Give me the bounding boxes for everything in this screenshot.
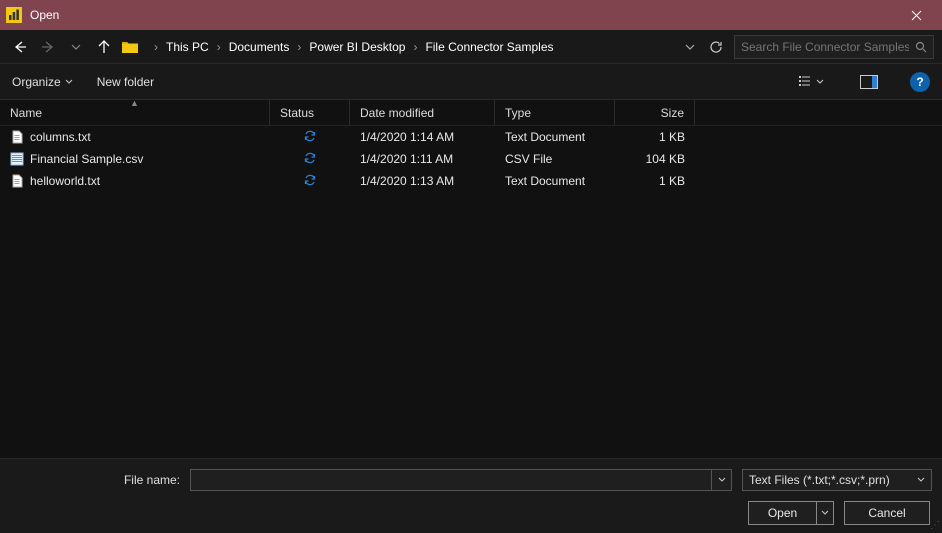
chevron-down-icon (917, 476, 925, 484)
chevron-down-icon (718, 476, 726, 484)
refresh-button[interactable] (702, 35, 730, 59)
file-size: 104 KB (615, 152, 695, 166)
file-list: ▲ Name Status Date modified Type Size co… (0, 100, 942, 458)
file-icon (10, 130, 24, 144)
app-icon (6, 7, 22, 23)
chevron-down-icon (685, 42, 695, 52)
chevron-down-icon (821, 509, 829, 517)
filename-input[interactable] (190, 469, 712, 491)
new-folder-label: New folder (97, 75, 154, 89)
help-button[interactable]: ? (910, 72, 930, 92)
crumb-current[interactable]: File Connector Samples (421, 38, 557, 56)
open-button[interactable]: Open (748, 501, 816, 525)
open-dropdown[interactable] (816, 501, 834, 525)
crumb-this-pc[interactable]: This PC (162, 38, 213, 56)
refresh-icon (709, 40, 723, 54)
file-name: Financial Sample.csv (30, 152, 143, 166)
cancel-button[interactable]: Cancel (844, 501, 930, 525)
chevron-right-icon: › (152, 40, 160, 54)
forward-button[interactable] (36, 35, 60, 59)
window-title: Open (30, 8, 894, 22)
search-box[interactable] (734, 35, 934, 59)
search-icon (915, 41, 927, 53)
close-button[interactable] (894, 0, 938, 30)
organize-label: Organize (12, 75, 61, 89)
close-icon (911, 10, 922, 21)
help-icon: ? (916, 75, 923, 89)
column-headers: ▲ Name Status Date modified Type Size (0, 100, 942, 126)
chevron-right-icon: › (215, 40, 223, 54)
file-type: CSV File (495, 152, 615, 166)
folder-icon (120, 38, 140, 56)
view-options-button[interactable] (794, 70, 828, 94)
filter-label: Text Files (*.txt;*.csv;*.prn) (749, 473, 890, 487)
arrow-left-icon (12, 39, 28, 55)
filename-dropdown[interactable] (712, 469, 732, 491)
crumb-powerbi[interactable]: Power BI Desktop (305, 38, 409, 56)
organize-button[interactable]: Organize (12, 75, 73, 89)
sort-asc-icon: ▲ (130, 100, 139, 108)
title-bar: Open (0, 0, 942, 30)
dialog-footer: File name: Text Files (*.txt;*.csv;*.prn… (0, 458, 942, 533)
file-name: helloworld.txt (30, 174, 100, 188)
file-row[interactable]: helloworld.txt 1/4/2020 1:13 AMText Docum… (0, 170, 942, 192)
preview-pane-icon (860, 75, 878, 89)
file-size: 1 KB (615, 130, 695, 144)
sync-icon (303, 173, 317, 190)
file-icon (10, 152, 24, 166)
file-type: Text Document (495, 130, 615, 144)
arrow-right-icon (40, 39, 56, 55)
preview-pane-button[interactable] (852, 70, 886, 94)
chevron-down-icon (816, 78, 824, 86)
chevron-down-icon (71, 42, 81, 52)
col-header-status[interactable]: Status (270, 100, 350, 125)
file-type-filter[interactable]: Text Files (*.txt;*.csv;*.prn) (742, 469, 932, 491)
toolbar: Organize New folder ? (0, 64, 942, 100)
filename-label: File name: (0, 473, 180, 487)
file-size: 1 KB (615, 174, 695, 188)
recent-dropdown[interactable] (64, 35, 88, 59)
file-name: columns.txt (30, 130, 91, 144)
col-header-type[interactable]: Type (495, 100, 615, 125)
open-button-group: Open (748, 501, 834, 525)
file-date: 1/4/2020 1:14 AM (350, 130, 495, 144)
file-row[interactable]: columns.txt 1/4/2020 1:14 AMText Document… (0, 126, 942, 148)
address-dropdown[interactable] (682, 42, 698, 52)
new-folder-button[interactable]: New folder (97, 75, 154, 89)
chevron-down-icon (65, 78, 73, 86)
chevron-right-icon: › (295, 40, 303, 54)
file-date: 1/4/2020 1:11 AM (350, 152, 495, 166)
file-date: 1/4/2020 1:13 AM (350, 174, 495, 188)
search-input[interactable] (741, 40, 909, 54)
breadcrumb[interactable]: › This PC › Documents › Power BI Desktop… (148, 35, 674, 59)
sync-icon (303, 151, 317, 168)
sync-icon (303, 129, 317, 146)
list-view-icon (798, 75, 814, 89)
arrow-up-icon (96, 39, 112, 55)
resize-grip[interactable]: ⋰ (930, 520, 940, 531)
nav-bar: › This PC › Documents › Power BI Desktop… (0, 30, 942, 64)
file-icon (10, 174, 24, 188)
chevron-right-icon: › (411, 40, 419, 54)
file-row[interactable]: Financial Sample.csv 1/4/2020 1:11 AMCSV … (0, 148, 942, 170)
crumb-documents[interactable]: Documents (225, 38, 294, 56)
back-button[interactable] (8, 35, 32, 59)
col-header-name[interactable]: ▲ Name (0, 100, 270, 125)
col-header-date[interactable]: Date modified (350, 100, 495, 125)
col-header-size[interactable]: Size (615, 100, 695, 125)
up-button[interactable] (92, 35, 116, 59)
file-type: Text Document (495, 174, 615, 188)
